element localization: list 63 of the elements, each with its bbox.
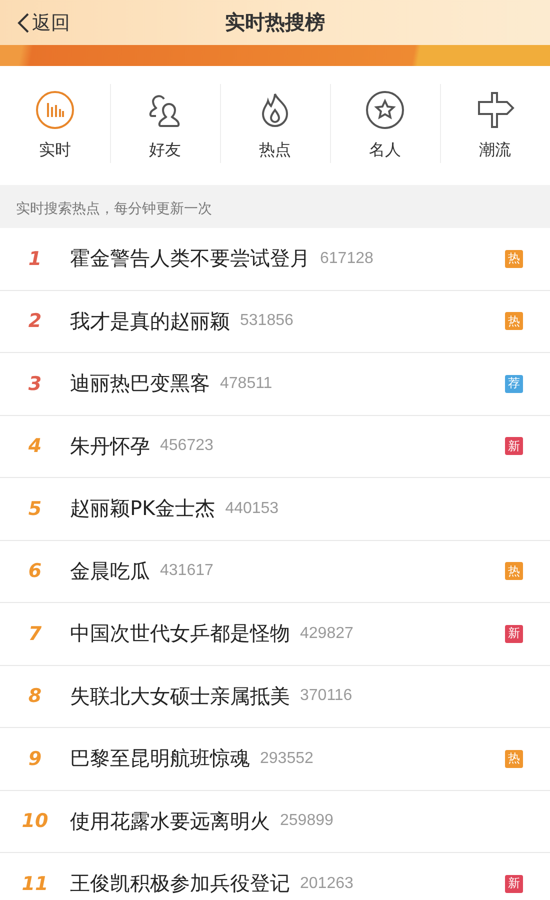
topic-title: 赵丽颖PK金士杰 <box>70 495 216 522</box>
search-count: 440153 <box>225 500 279 518</box>
search-count: 431617 <box>160 562 214 580</box>
rank-number: 11 <box>20 872 50 895</box>
list-item[interactable]: 11 王俊凯积极参加兵役登记 201263 新 <box>0 853 550 900</box>
tag-badge: 热 <box>505 250 523 268</box>
list-item[interactable]: 5 赵丽颖PK金士杰 440153 <box>0 478 550 540</box>
search-count: 531856 <box>240 312 294 330</box>
list-item[interactable]: 2 我才是真的赵丽颖 531856 热 <box>0 290 550 353</box>
tag-badge: 热 <box>505 312 523 330</box>
tag-badge: 热 <box>505 750 523 768</box>
search-count: 293552 <box>260 750 314 768</box>
notice-text: 实时搜索热点，每分钟更新一次 <box>0 185 550 228</box>
topic-title: 金晨吃瓜 <box>70 558 150 585</box>
search-count: 370116 <box>300 687 352 706</box>
topic-title: 巴黎至昆明航班惊魂 <box>70 745 250 772</box>
tab[interactable]: 热点 <box>220 66 330 185</box>
rank-number: 4 <box>27 435 43 458</box>
rank-number: 5 <box>27 498 43 520</box>
page-title: 实时热搜榜 <box>225 9 325 36</box>
back-button[interactable]: 返回 <box>12 6 74 40</box>
list-item[interactable]: 4 朱丹怀孕 456723 新 <box>0 416 550 478</box>
search-count: 429827 <box>300 624 354 643</box>
search-count: 478511 <box>220 374 272 393</box>
tab[interactable]: 名人 <box>330 66 440 185</box>
rank-number: 6 <box>27 560 43 582</box>
search-count: 456723 <box>160 437 214 456</box>
tag-badge: 新 <box>505 624 523 643</box>
list-item[interactable]: 1 霍金警告人类不要尝试登月 617128 热 <box>0 228 550 290</box>
list-item[interactable]: 9 巴黎至昆明航班惊魂 293552 热 <box>0 728 550 790</box>
tab[interactable]: 实时 <box>0 66 110 185</box>
search-count: 259899 <box>280 812 334 830</box>
rank-number: 10 <box>20 810 50 832</box>
tag-badge: 热 <box>505 562 523 580</box>
list-item[interactable]: 7 中国次世代女乒都是怪物 429827 新 <box>0 603 550 666</box>
topic-title: 使用花露水要远离明火 <box>70 808 270 835</box>
topic-title: 王俊凯积极参加兵役登记 <box>70 870 290 898</box>
chart-icon <box>35 90 75 130</box>
topic-title: 霍金警告人类不要尝试登月 <box>70 245 310 272</box>
rank-number: 7 <box>27 622 43 645</box>
search-count: 617128 <box>320 250 374 268</box>
rank-number: 2 <box>27 310 43 332</box>
tag-badge: 新 <box>505 874 523 893</box>
rank-number: 3 <box>27 372 43 395</box>
topic-title: 我才是真的赵丽颖 <box>70 308 230 335</box>
back-icon <box>16 12 30 34</box>
list-item[interactable]: 10 使用花露水要远离明火 259899 <box>0 790 550 853</box>
tab[interactable]: 好友 <box>110 66 220 185</box>
topic-title: 迪丽热巴变黑客 <box>70 370 210 398</box>
rank-number: 1 <box>27 248 43 270</box>
tag-badge: 荐 <box>505 374 523 393</box>
topic-title: 中国次世代女乒都是怪物 <box>70 620 290 648</box>
list-item[interactable]: 8 失联北大女硕士亲属抵美 370116 <box>0 666 550 728</box>
tab[interactable]: 潮流 <box>440 66 550 185</box>
signpost-icon <box>475 90 515 130</box>
list-item[interactable]: 3 迪丽热巴变黑客 478511 荐 <box>0 353 550 416</box>
topic-title: 失联北大女硕士亲属抵美 <box>70 682 290 710</box>
rank-number: 8 <box>27 685 43 708</box>
tag-badge: 新 <box>505 437 523 456</box>
rank-number: 9 <box>27 748 43 770</box>
search-count: 201263 <box>300 874 354 893</box>
topic-title: 朱丹怀孕 <box>70 432 150 460</box>
list-item[interactable]: 6 金晨吃瓜 431617 热 <box>0 540 550 603</box>
